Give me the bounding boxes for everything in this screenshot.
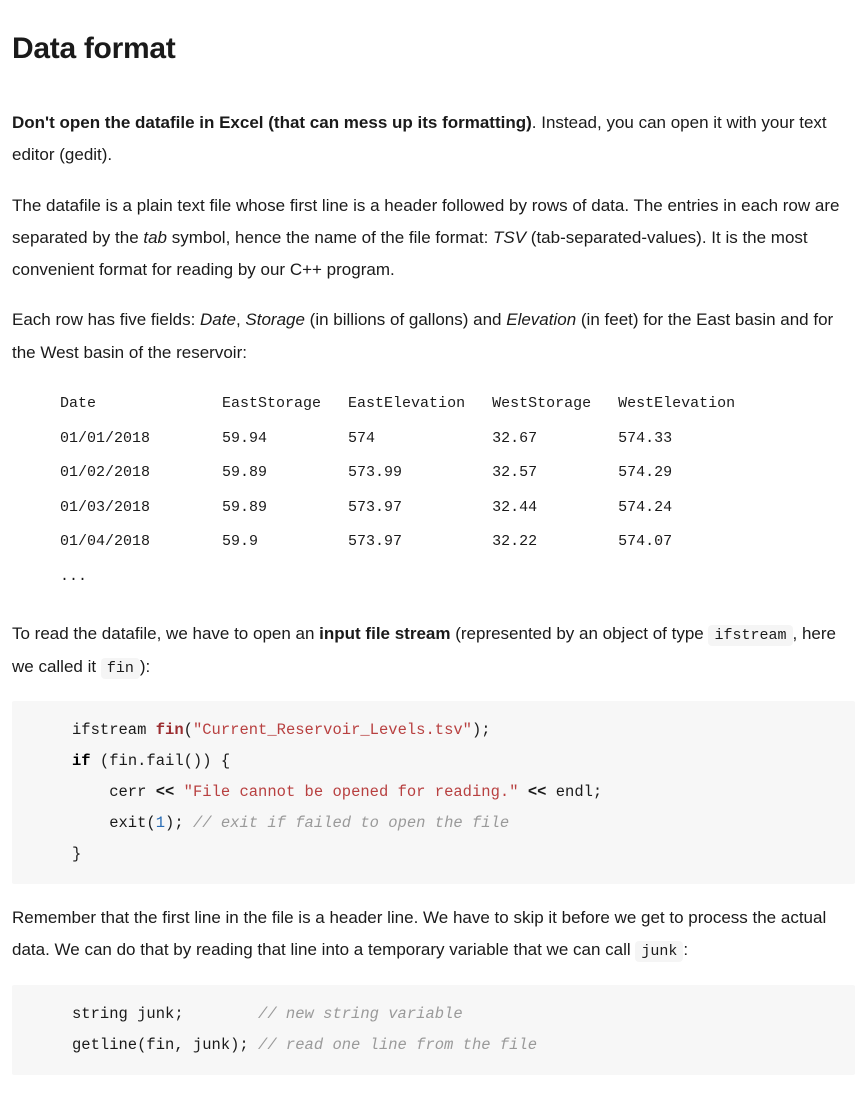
code-fin: fin	[101, 658, 140, 679]
section-heading: Data format	[12, 20, 855, 77]
paragraph-warning: Don't open the datafile in Excel (that c…	[12, 107, 855, 172]
em-storage: Storage	[245, 310, 305, 329]
em-elevation: Elevation	[506, 310, 576, 329]
paragraph-tsv-desc: The datafile is a plain text file whose …	[12, 190, 855, 287]
code-ifstream: ifstream	[708, 625, 792, 646]
em-date: Date	[200, 310, 236, 329]
paragraph-ifstream: To read the datafile, we have to open an…	[12, 618, 855, 683]
code-junk: junk	[635, 941, 683, 962]
paragraph-header-skip: Remember that the first line in the file…	[12, 902, 855, 967]
code-block-getline: string junk; // new string variable getl…	[12, 985, 855, 1075]
em-tsv: TSV	[493, 228, 526, 247]
paragraph-fields: Each row has five fields: Date, Storage …	[12, 304, 855, 369]
em-tab: tab	[143, 228, 167, 247]
code-block-ifstream: ifstream fin("Current_Reservoir_Levels.t…	[12, 701, 855, 884]
bold-input-file-stream: input file stream	[319, 624, 450, 643]
tsv-sample-table: Date EastStorage EastElevation WestStora…	[12, 387, 855, 594]
warning-bold: Don't open the datafile in Excel (that c…	[12, 113, 532, 132]
